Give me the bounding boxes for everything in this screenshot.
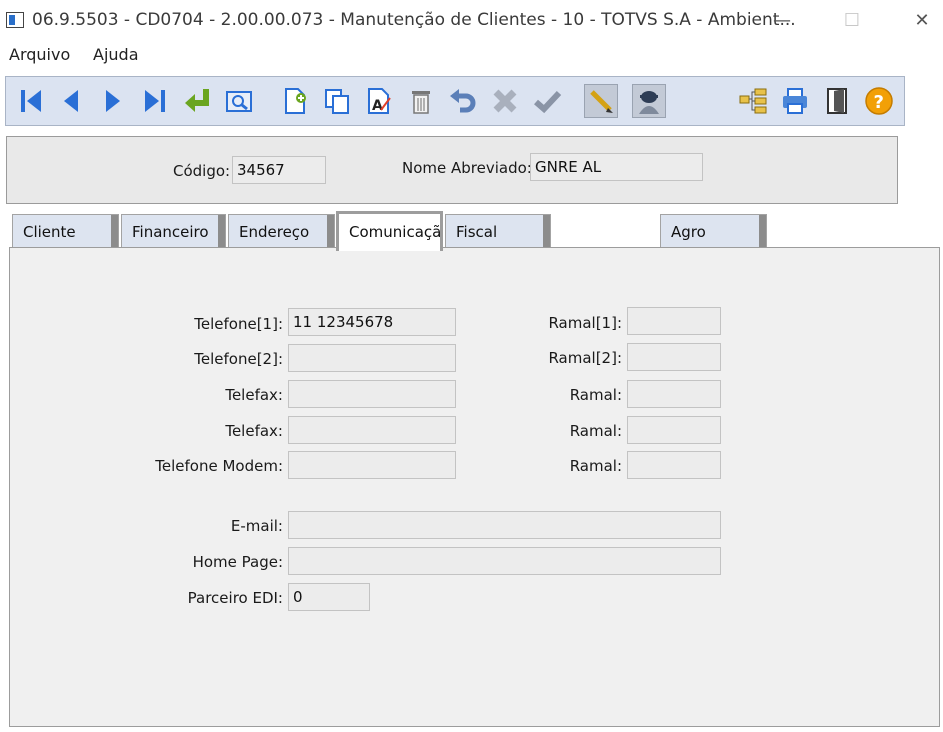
telefax1-field[interactable]: [288, 380, 456, 408]
confirm-button[interactable]: [530, 84, 564, 118]
parceiro-edi-field[interactable]: 0: [288, 583, 370, 611]
telefone-modem-label: Telefone Modem:: [155, 457, 283, 475]
app-icon: [6, 12, 24, 28]
undo-icon: [450, 89, 476, 113]
maximize-button[interactable]: ☐: [832, 8, 872, 34]
delete-button[interactable]: [404, 84, 438, 118]
ramal1-label: Ramal[1]:: [548, 314, 622, 332]
help-icon: ?: [865, 87, 893, 115]
first-icon: [21, 90, 41, 112]
ramal4-field[interactable]: [627, 416, 721, 444]
search-button[interactable]: [222, 84, 256, 118]
svg-text:?: ?: [874, 92, 884, 113]
tab-fiscal[interactable]: Fiscal: [445, 214, 551, 248]
cancel-icon: [493, 89, 517, 113]
close-button[interactable]: ✕: [902, 8, 942, 34]
title-bar: 06.9.5503 - CD0704 - 2.00.00.073 - Manut…: [0, 0, 943, 42]
email-label: E-mail:: [230, 517, 283, 535]
ramal3-field[interactable]: [627, 380, 721, 408]
tab-comunicacao[interactable]: Comunicaçã: [336, 211, 443, 251]
toolbar: A ?: [5, 76, 905, 126]
user-icon: [639, 91, 659, 114]
pencil-button[interactable]: [584, 84, 618, 118]
help-button[interactable]: ?: [862, 84, 896, 118]
last-record-button[interactable]: [138, 84, 172, 118]
telefax2-field[interactable]: [288, 416, 456, 444]
new-button[interactable]: [278, 84, 312, 118]
telefax2-label: Telefax:: [225, 422, 283, 440]
user-button[interactable]: [632, 84, 666, 118]
next-icon: [106, 90, 120, 112]
first-record-button[interactable]: [14, 84, 48, 118]
cancel-button[interactable]: [488, 84, 522, 118]
pencil-icon: [590, 90, 613, 113]
ramal5-field[interactable]: [627, 451, 721, 479]
new-icon: [285, 88, 306, 114]
goto-icon: [185, 89, 209, 112]
homepage-label: Home Page:: [192, 553, 283, 571]
ramal2-label: Ramal[2]:: [548, 349, 622, 367]
edit-icon: A: [368, 88, 391, 114]
menu-arquivo[interactable]: Arquivo: [9, 45, 70, 64]
codigo-label: Código:: [173, 162, 231, 180]
tab-cliente[interactable]: Cliente: [12, 214, 119, 248]
goto-button[interactable]: [180, 84, 214, 118]
tree-button[interactable]: [736, 84, 770, 118]
edit-button[interactable]: A: [362, 84, 396, 118]
exit-door-icon: [827, 88, 847, 114]
tab-financeiro[interactable]: Financeiro: [121, 214, 226, 248]
checkmark-icon: [534, 90, 562, 114]
homepage-field[interactable]: [288, 547, 721, 575]
parceiro-edi-label: Parceiro EDI:: [187, 589, 283, 607]
ramal1-field[interactable]: [627, 307, 721, 335]
undo-button[interactable]: [446, 84, 480, 118]
ramal3-label: Ramal:: [569, 386, 622, 404]
codigo-field[interactable]: 34567: [232, 156, 326, 184]
exit-button[interactable]: [820, 84, 854, 118]
telefax1-label: Telefax:: [225, 386, 283, 404]
nome-abreviado-label: Nome Abreviado:: [402, 159, 532, 177]
next-record-button[interactable]: [96, 84, 130, 118]
minimize-button[interactable]: —: [762, 8, 802, 34]
window-title: 06.9.5503 - CD0704 - 2.00.00.073 - Manut…: [32, 10, 796, 30]
ramal4-label: Ramal:: [569, 422, 622, 440]
previous-record-button[interactable]: [54, 84, 88, 118]
ramal5-label: Ramal:: [569, 457, 622, 475]
telefone2-label: Telefone[2]:: [194, 350, 283, 368]
header-panel: Código: 34567 Nome Abreviado: GNRE AL: [6, 136, 898, 204]
previous-icon: [64, 90, 78, 112]
copy-button[interactable]: [320, 84, 354, 118]
menu-ajuda[interactable]: Ajuda: [93, 45, 139, 64]
search-icon: [226, 91, 252, 112]
email-field[interactable]: [288, 511, 721, 539]
copy-icon: [325, 89, 349, 114]
telefone1-field[interactable]: 11 12345678: [288, 308, 456, 336]
print-button[interactable]: [778, 84, 812, 118]
tab-agro[interactable]: Agro: [660, 214, 767, 248]
telefone-modem-field[interactable]: [288, 451, 456, 479]
trash-icon: [412, 91, 430, 114]
nome-abreviado-field[interactable]: GNRE AL: [530, 153, 703, 181]
tab-endereco[interactable]: Endereço: [228, 214, 335, 248]
telefone2-field[interactable]: [288, 344, 456, 372]
tree-icon: [739, 88, 767, 114]
ramal2-field[interactable]: [627, 343, 721, 371]
printer-icon: [783, 88, 807, 114]
svg-text:A: A: [372, 98, 383, 114]
last-icon: [145, 90, 165, 112]
telefone1-label: Telefone[1]:: [194, 315, 283, 333]
